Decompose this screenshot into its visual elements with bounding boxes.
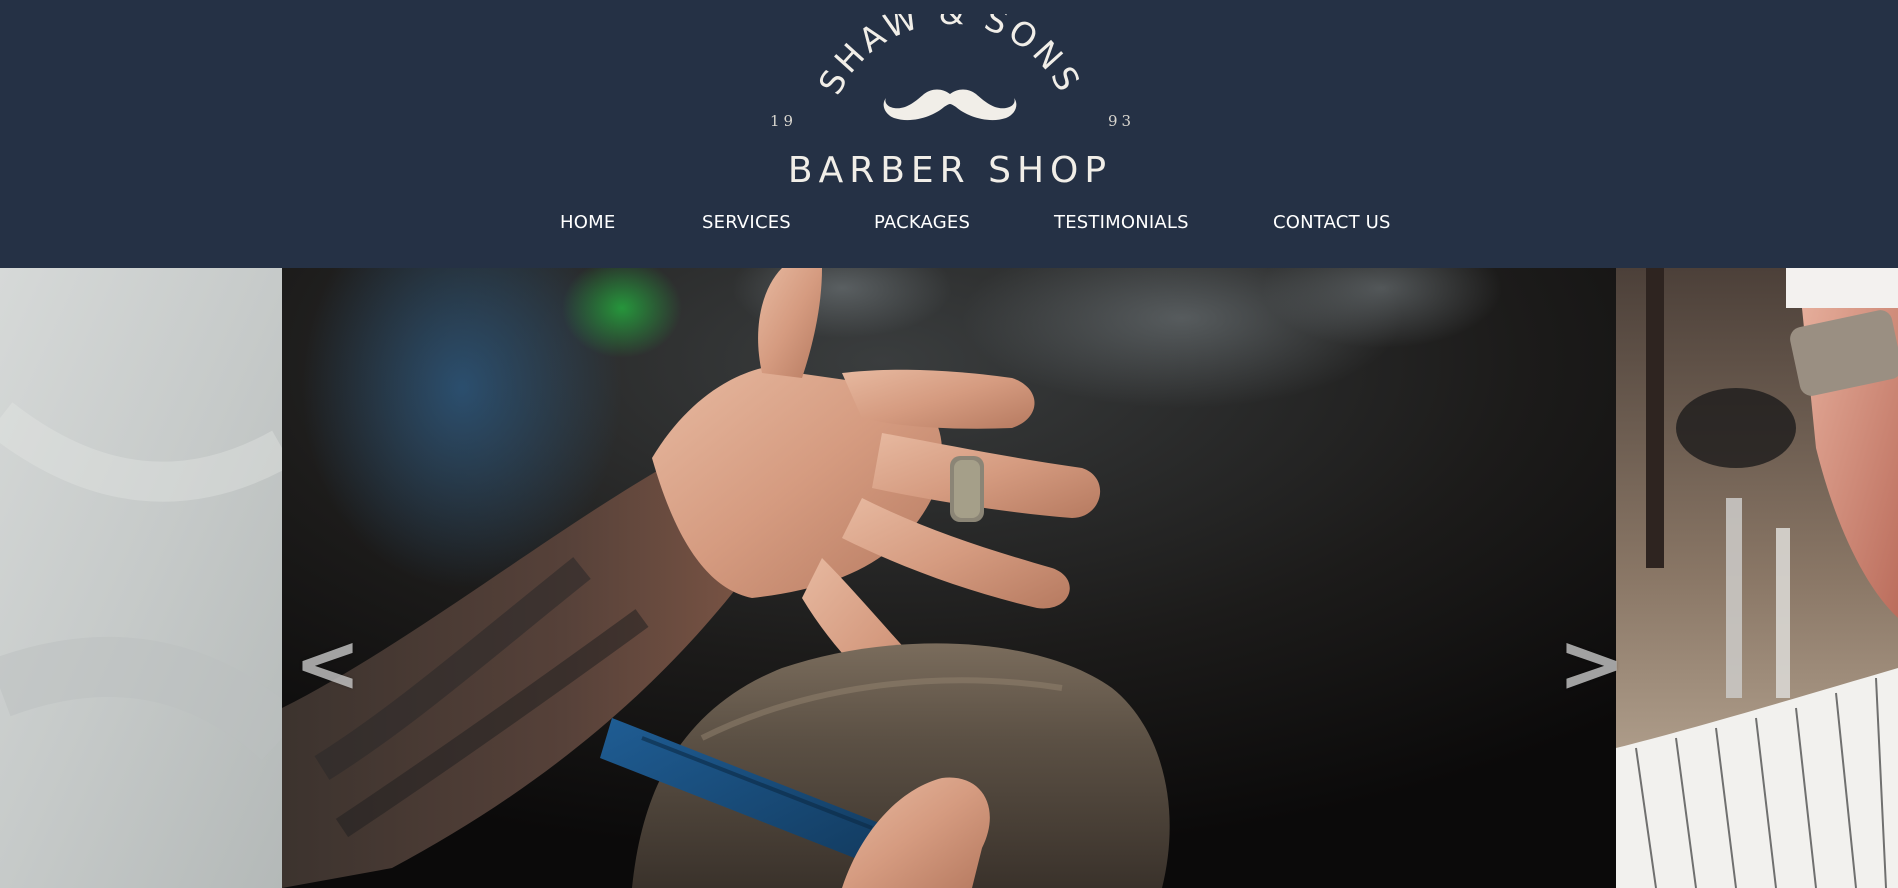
slide-prev-image xyxy=(0,268,282,888)
slide-next-image xyxy=(1616,268,1898,888)
carousel-slide-next[interactable] xyxy=(1616,268,1898,888)
brand-logo[interactable]: SHAW & SONS 19 93 BARBER SHOP xyxy=(760,14,1140,194)
nav-packages[interactable]: PACKAGES xyxy=(874,212,970,233)
nav-contact-us[interactable]: CONTACT US xyxy=(1273,212,1391,233)
logo-arc-text: SHAW & SONS xyxy=(811,14,1086,101)
logo-subtitle: BARBER SHOP xyxy=(787,150,1113,191)
mustache-icon xyxy=(883,89,1017,121)
carousel-next-arrow[interactable]: > xyxy=(1558,624,1625,704)
logo-year-right: 93 xyxy=(1108,112,1136,130)
page: SHAW & SONS 19 93 BARBER SHOP HOME SERVI… xyxy=(0,0,1898,888)
main-nav: HOME SERVICES PACKAGES TESTIMONIALS CONT… xyxy=(0,212,1898,244)
nav-services[interactable]: SERVICES xyxy=(702,212,791,233)
site-header: SHAW & SONS 19 93 BARBER SHOP HOME SERVI… xyxy=(0,0,1898,268)
nav-testimonials[interactable]: TESTIMONIALS xyxy=(1054,212,1189,233)
logo-year-left: 19 xyxy=(770,112,798,130)
slide-main-image xyxy=(282,268,1616,888)
hero-carousel: < > xyxy=(0,268,1898,888)
nav-home[interactable]: HOME xyxy=(560,212,615,233)
carousel-slide-active[interactable] xyxy=(282,268,1616,888)
carousel-slide-prev[interactable] xyxy=(0,268,282,888)
svg-text:SHAW & SONS: SHAW & SONS xyxy=(811,14,1090,101)
carousel-prev-arrow[interactable]: < xyxy=(294,624,361,704)
